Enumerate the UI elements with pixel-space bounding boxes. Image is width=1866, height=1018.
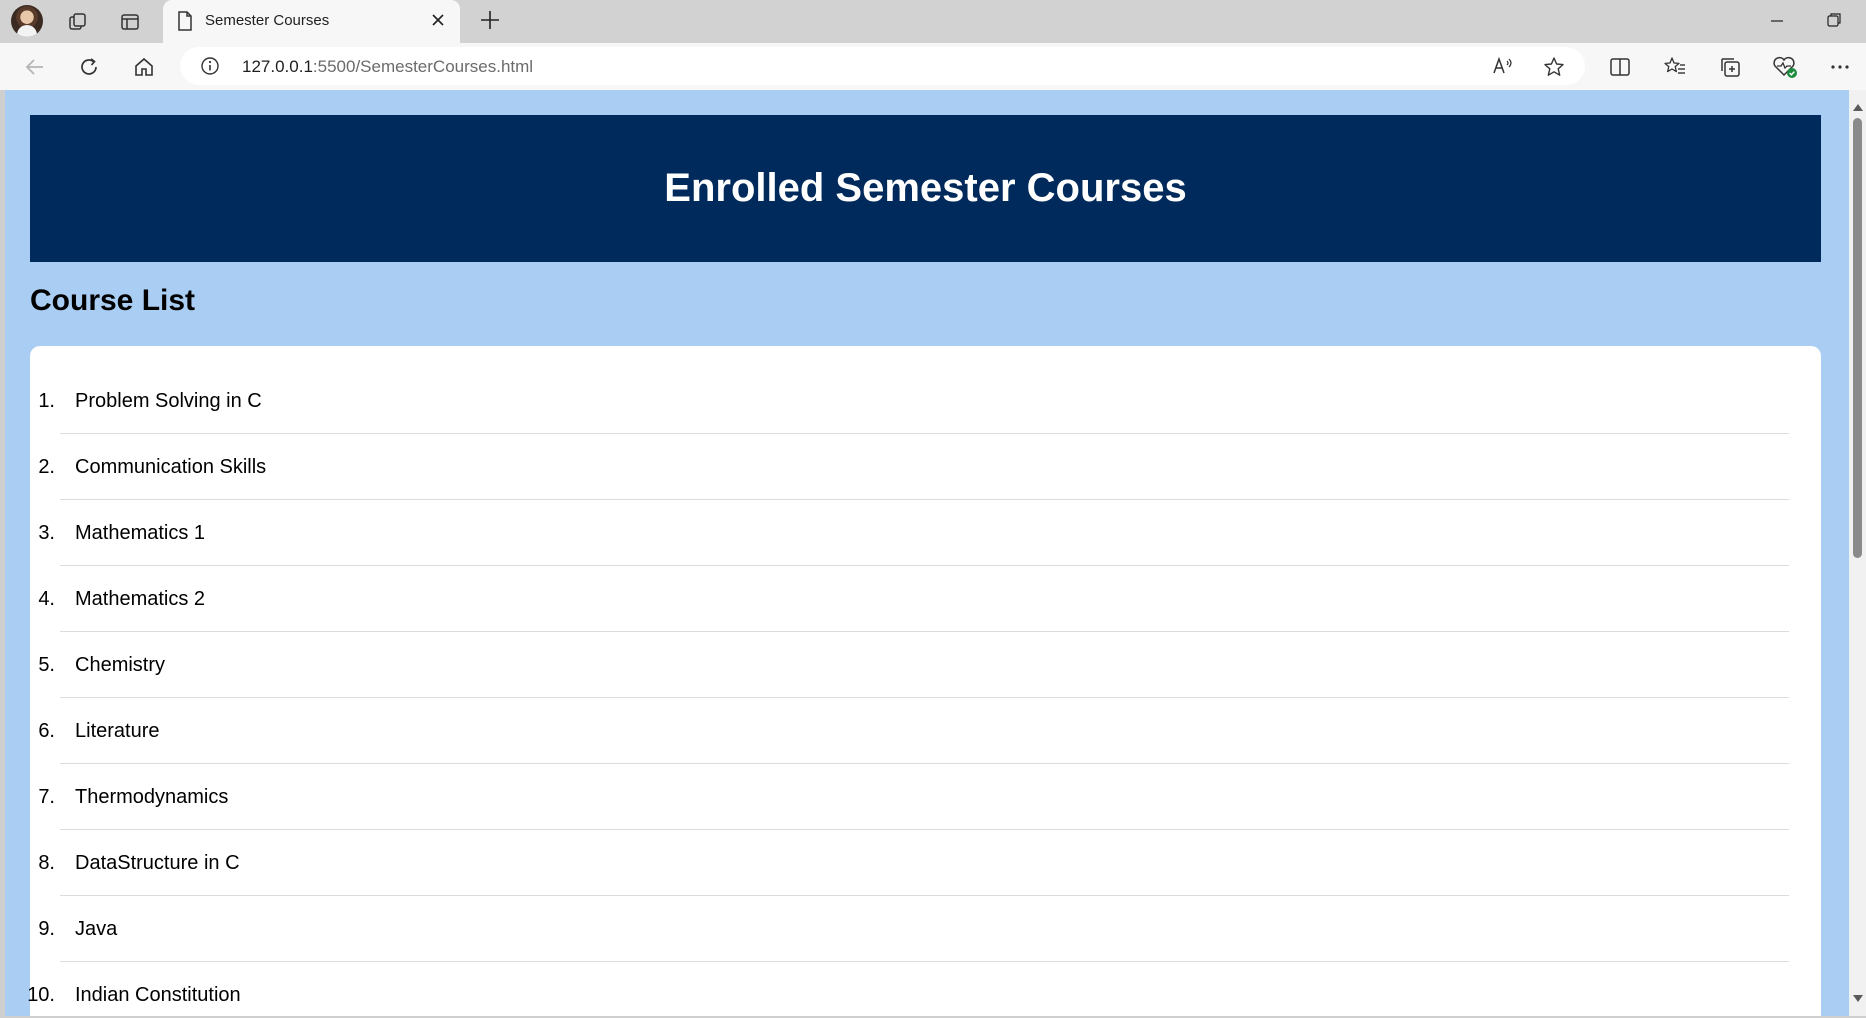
course-name: DataStructure in C xyxy=(75,852,240,874)
course-name: Thermodynamics xyxy=(75,786,229,808)
course-list: 1. Problem Solving in C 2. Communication S… xyxy=(27,368,1821,1016)
close-icon[interactable] xyxy=(430,12,446,33)
list-item: 10. Indian Constitution xyxy=(27,962,1789,1016)
home-icon[interactable] xyxy=(131,54,157,80)
course-list-card: 1. Problem Solving in C 2. Communication S… xyxy=(27,346,1821,1016)
url-host: 127.0.0.1 xyxy=(242,57,313,76)
list-item: 6. Literature xyxy=(38,698,1789,764)
minimize-icon[interactable] xyxy=(1769,10,1785,35)
list-item-number: 4. xyxy=(38,588,55,610)
list-item-number: 1. xyxy=(38,390,55,412)
split-screen-icon[interactable] xyxy=(1607,54,1633,80)
scroll-up-arrow-icon[interactable] xyxy=(1853,98,1863,116)
section-title: Course List xyxy=(30,284,196,317)
back-icon[interactable] xyxy=(22,54,48,80)
workspaces-icon[interactable] xyxy=(63,7,93,37)
url-path: :5500/SemesterCourses.html xyxy=(312,57,534,76)
list-item-number: 3. xyxy=(38,522,55,544)
favorite-star-icon[interactable] xyxy=(1543,56,1565,83)
course-name: Literature xyxy=(75,720,160,742)
list-item: 1. Problem Solving in C xyxy=(38,368,1789,434)
course-name: Mathematics 2 xyxy=(75,588,206,610)
list-item-number: 5. xyxy=(38,654,55,676)
course-name: Indian Constitution xyxy=(75,984,241,1006)
list-item: 7. Thermodynamics xyxy=(38,764,1789,830)
read-aloud-icon[interactable] xyxy=(1492,56,1514,81)
page-viewport: Enrolled Semester Courses Course List 1.… xyxy=(5,90,1849,1016)
course-name: Chemistry xyxy=(75,654,166,676)
page-heading: Enrolled Semester Courses xyxy=(664,166,1187,210)
collections-icon[interactable] xyxy=(1717,54,1743,80)
list-item: 3. Mathematics 1 xyxy=(38,500,1789,566)
list-item: 5. Chemistry xyxy=(38,632,1789,698)
profile-avatar[interactable] xyxy=(11,5,43,37)
list-item-number: 10. xyxy=(27,984,55,1006)
course-name: Problem Solving in C xyxy=(75,390,262,412)
favorites-icon[interactable] xyxy=(1662,54,1688,80)
vertical-tabs-icon[interactable] xyxy=(115,7,145,37)
list-item: 4. Mathematics 2 xyxy=(38,566,1789,632)
tab-title: Semester Courses xyxy=(205,12,330,29)
more-icon[interactable] xyxy=(1827,54,1853,80)
address-bar-row: 127.0.0.1:5500/SemesterCourses.html xyxy=(0,43,1866,90)
refresh-icon[interactable] xyxy=(76,54,102,80)
active-tab[interactable]: Semester Courses xyxy=(163,0,460,43)
page-header: Enrolled Semester Courses xyxy=(30,115,1821,262)
course-name: Mathematics 1 xyxy=(75,522,206,544)
address-bar[interactable]: 127.0.0.1:5500/SemesterCourses.html xyxy=(180,47,1585,85)
course-name: Communication Skills xyxy=(75,456,267,478)
list-item: 9. Java xyxy=(38,896,1789,962)
tab-strip: Semester Courses xyxy=(0,0,1866,43)
scroll-down-arrow-icon[interactable] xyxy=(1853,990,1863,1008)
restore-icon[interactable] xyxy=(1826,10,1842,35)
info-icon[interactable] xyxy=(200,56,220,81)
page-icon xyxy=(177,11,193,36)
list-item-number: 2. xyxy=(38,456,55,478)
vertical-scrollbar[interactable] xyxy=(1849,90,1866,1016)
course-name: Java xyxy=(75,918,118,940)
list-item-number: 7. xyxy=(38,786,55,808)
list-item-number: 8. xyxy=(38,852,55,874)
browser-essentials-icon[interactable] xyxy=(1772,54,1798,80)
list-item-number: 6. xyxy=(38,720,55,742)
scrollbar-thumb[interactable] xyxy=(1853,118,1862,558)
list-item-number: 9. xyxy=(38,918,55,940)
new-tab-icon[interactable] xyxy=(478,8,502,37)
list-item: 8. DataStructure in C xyxy=(38,830,1789,896)
url-text[interactable]: 127.0.0.1:5500/SemesterCourses.html xyxy=(242,57,533,77)
list-item: 2. Communication Skills xyxy=(38,434,1789,500)
